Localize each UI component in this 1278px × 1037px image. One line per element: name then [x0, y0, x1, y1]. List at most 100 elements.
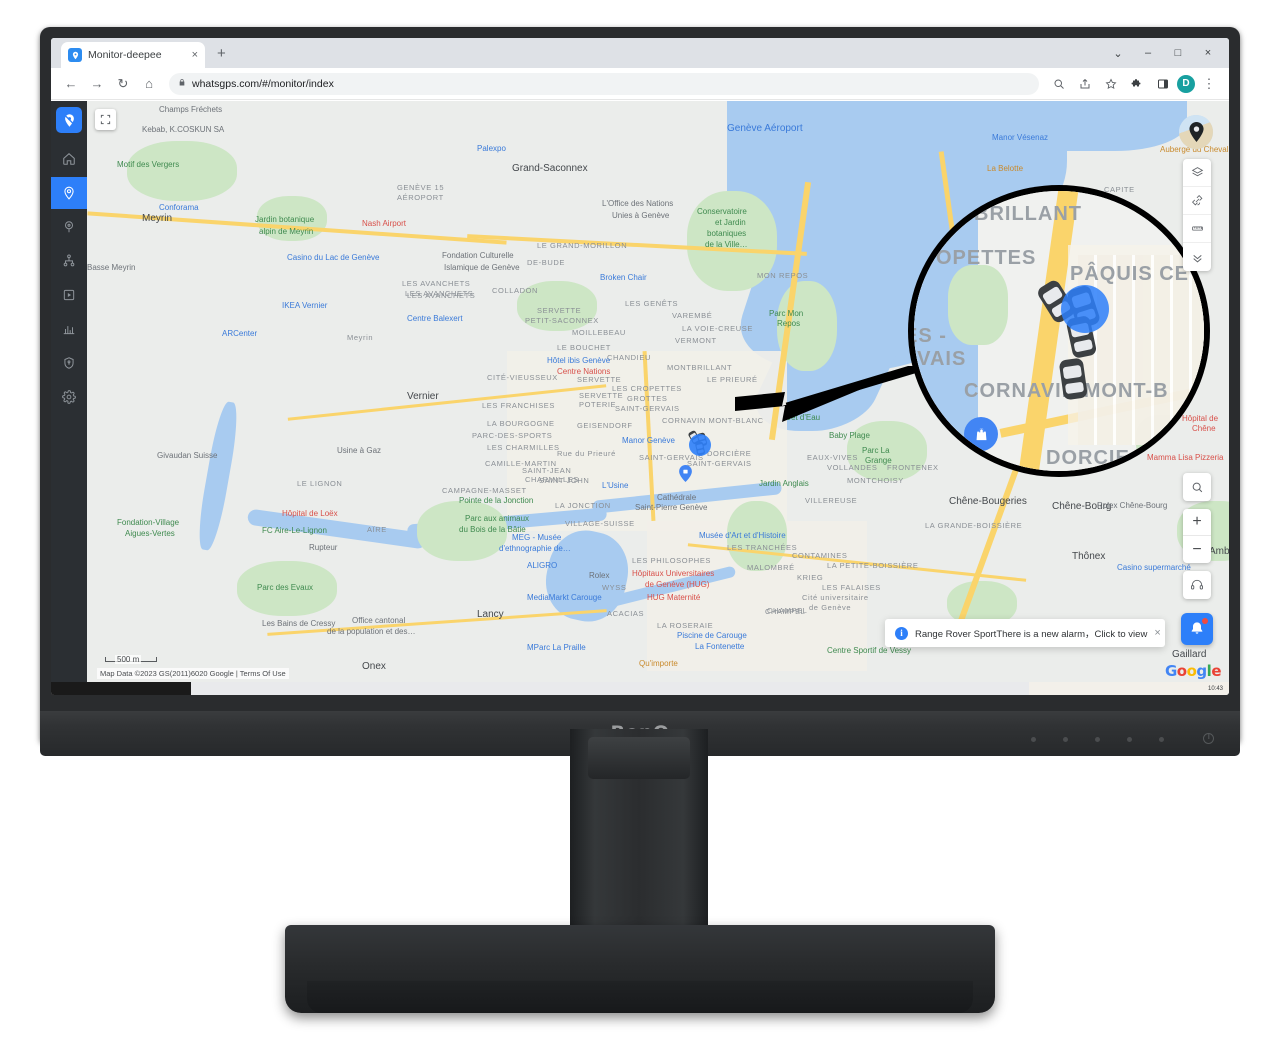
browser-tab[interactable]: Monitor-deepee × [61, 42, 205, 68]
osd-button-2[interactable] [1063, 737, 1068, 742]
road-onex [267, 609, 607, 636]
mag-green-1 [948, 265, 1008, 345]
scale-label: 500 m [115, 655, 142, 664]
magnifier-content: BRILLANTOPETTESPÂQUIS CEES -RVAISCORNAVI… [914, 191, 1204, 471]
sidebar-item-monitor[interactable] [51, 177, 87, 209]
map-magnifier-inset: BRILLANTOPETTESPÂQUIS CEES -RVAISCORNAVI… [909, 186, 1209, 476]
alarm-toast[interactable]: i Range Rover SportThere is a new alarm，… [885, 619, 1165, 647]
zoom-in-button[interactable]: + [1183, 509, 1211, 536]
chevron-double-down-icon[interactable] [1183, 243, 1211, 271]
osd-button-5[interactable] [1159, 737, 1164, 742]
ruler-icon[interactable] [1183, 215, 1211, 243]
sidebar-item-devices[interactable] [51, 245, 87, 277]
magnifier-label: ES - [914, 325, 947, 347]
new-tab-button[interactable]: + [217, 46, 226, 61]
star-icon[interactable] [1099, 72, 1123, 96]
taskbar-clock: 10:43 [1207, 685, 1223, 692]
map-attribution: Map Data ©2023 GS(2011)6020 Google | Ter… [97, 668, 289, 679]
puzzle-icon[interactable] [1125, 72, 1149, 96]
magnifier-label: RVAIS [914, 348, 967, 370]
home-button[interactable]: ⌂ [137, 72, 161, 96]
park-sacconnex [517, 281, 597, 331]
monitor-stand-neck [570, 729, 708, 929]
satellite-icon[interactable] [1183, 187, 1211, 215]
reload-button[interactable]: ↻ [111, 72, 135, 96]
park-bastions [727, 501, 787, 571]
app-logo[interactable] [56, 107, 82, 133]
map-canvas[interactable]: Genève Aéroport Manor Vésenaz La Belotte CA… [87, 101, 1229, 682]
window-minimize-button[interactable]: – [1133, 41, 1163, 65]
zoom-out-button[interactable]: − [1183, 536, 1211, 563]
url-text: whatsgps.com/#/monitor/index [192, 77, 334, 90]
forward-button[interactable]: → [85, 72, 109, 96]
sidebar-item-alarms[interactable] [51, 347, 87, 379]
window-close-button[interactable]: × [1193, 41, 1223, 65]
windows-taskbar: 10:43 [51, 682, 1229, 695]
notifications-bell-button[interactable] [1181, 613, 1213, 645]
toast-close-icon[interactable]: × [1154, 627, 1160, 639]
search-icon[interactable] [1047, 72, 1071, 96]
magnifier-label: DORCIE [1046, 447, 1130, 469]
profile-avatar[interactable]: D [1177, 74, 1195, 93]
map-search-button[interactable] [1183, 473, 1211, 501]
rhone-river-west [194, 400, 242, 552]
park-bois-batie [417, 501, 507, 561]
user-avatar-button[interactable] [1179, 115, 1213, 149]
browser-toolbar: ← → ↻ ⌂ whatsgps.com/#/monitor/index D ⋮ [51, 68, 1229, 100]
osd-button-1[interactable] [1031, 737, 1036, 742]
layers-icon[interactable] [1183, 159, 1211, 187]
whatsgps-app: Genève Aéroport Manor Vésenaz La Belotte CA… [51, 101, 1229, 682]
vehicle-cluster[interactable] [685, 428, 719, 462]
back-button[interactable]: ← [59, 72, 83, 96]
share-icon[interactable] [1073, 72, 1097, 96]
map-scale-bar: 500 m [105, 655, 157, 664]
power-button[interactable] [1203, 733, 1214, 744]
google-logo: Google [1164, 662, 1222, 680]
park-vergers [127, 141, 237, 201]
address-bar[interactable]: whatsgps.com/#/monitor/index [169, 72, 1039, 95]
avatar-marker-icon [1188, 122, 1204, 142]
taskbar-items [191, 682, 1029, 695]
park-jardin-alpin [257, 196, 327, 241]
lock-icon [178, 78, 186, 89]
magnified-selection-ring [1061, 285, 1109, 333]
rhone-river-bend [246, 508, 428, 550]
side-panel-icon[interactable] [1151, 72, 1175, 96]
monitor-frame: Monitor-deepee × + ⌄ – □ × ← → ↻ ⌂ whats… [40, 27, 1240, 756]
monitor-screen: Monitor-deepee × + ⌄ – □ × ← → ↻ ⌂ whats… [51, 38, 1229, 695]
osd-button-4[interactable] [1127, 737, 1132, 742]
browser-tabstrip: Monitor-deepee × + ⌄ – □ × [51, 38, 1229, 68]
window-chevron-icon[interactable]: ⌄ [1103, 41, 1133, 65]
sidebar-item-settings[interactable] [51, 381, 87, 413]
magnifier-pointer-arrow [735, 366, 917, 422]
taskbar-tray [1029, 682, 1229, 695]
sidebar-item-reports[interactable] [51, 313, 87, 345]
map-tools-panel [1183, 159, 1211, 271]
browser-window: Monitor-deepee × + ⌄ – □ × ← → ↻ ⌂ whats… [51, 38, 1229, 682]
vehicle-selection-highlight [689, 434, 711, 456]
magnifier-label: OPETTES [936, 247, 1037, 269]
park-evaux [237, 561, 337, 616]
osd-button-3[interactable] [1095, 737, 1100, 742]
tab-favicon-icon [68, 48, 82, 62]
toast-message: Range Rover SportThere is a new alarm，Cl… [915, 629, 1148, 640]
park-botanique [687, 191, 777, 291]
app-sidebar [51, 101, 87, 682]
taskbar-start[interactable] [51, 682, 191, 695]
window-controls: ⌄ – □ × [1103, 41, 1223, 65]
magnified-vehicle-cluster [1023, 265, 1153, 405]
window-maximize-button[interactable]: □ [1163, 41, 1193, 65]
poi-pin-shop[interactable] [679, 465, 692, 482]
sidebar-item-playback[interactable] [51, 279, 87, 311]
sidebar-item-tracking[interactable] [51, 211, 87, 243]
magnified-poi-shop-icon [964, 417, 998, 451]
support-button[interactable] [1183, 571, 1211, 599]
map-zoom-controls: + − [1183, 509, 1211, 563]
magnifier-label: BRILLANT [974, 203, 1082, 225]
sidebar-item-home[interactable] [51, 143, 87, 175]
tab-close-icon[interactable]: × [192, 49, 198, 61]
browser-menu-button[interactable]: ⋮ [1197, 72, 1221, 96]
notification-badge-dot [1202, 618, 1208, 624]
map-fullscreen-button[interactable] [95, 109, 116, 130]
monitor-stand-base [285, 925, 995, 1013]
